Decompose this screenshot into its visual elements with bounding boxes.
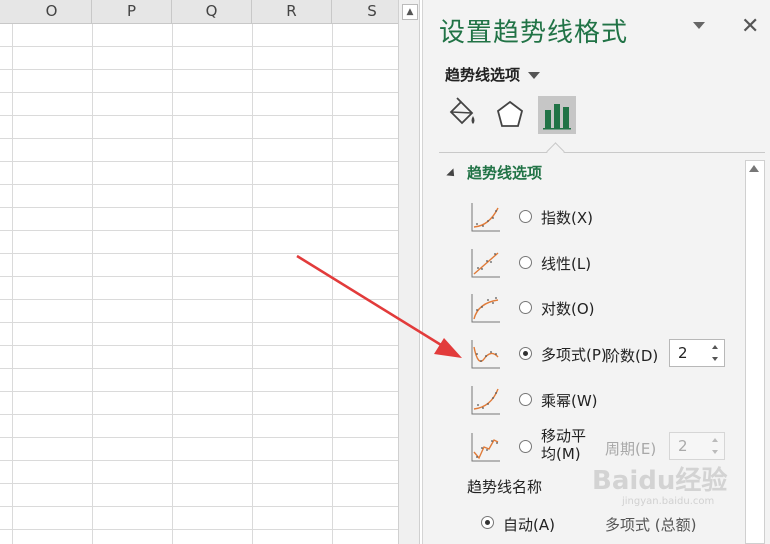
spreadsheet[interactable]: O P Q R S — [0, 0, 400, 544]
radio-linear[interactable] — [519, 256, 532, 269]
chevron-down-icon — [528, 72, 541, 79]
period-label: 周期(E) — [605, 440, 657, 458]
section-title: 趋势线选项 — [467, 164, 543, 182]
trendline-name-auto[interactable]: 自动(A) 多项式 (总额) — [481, 512, 741, 536]
sheet-vertical-scrollbar[interactable]: ▲ — [398, 0, 420, 544]
label-moving-average: 移动平均(M) — [541, 427, 587, 463]
radio-moving-average[interactable] — [519, 440, 532, 453]
trend-option-linear[interactable]: 线性(L) — [469, 246, 739, 282]
trend-option-exponential[interactable]: 指数(X) — [469, 200, 739, 236]
trendline-options-menu[interactable]: 趋势线选项 — [445, 64, 541, 85]
grid-row-line — [0, 184, 398, 185]
logarithmic-trend-icon — [471, 294, 500, 323]
grid-row-line — [0, 207, 398, 208]
baidu-watermark-url: jingyan.baidu.com — [622, 496, 715, 507]
label-linear: 线性(L) — [541, 255, 592, 273]
pane-vertical-scrollbar[interactable] — [745, 160, 765, 544]
grid-column-line — [332, 24, 333, 544]
tab-divider — [439, 152, 765, 153]
radio-polynomial[interactable] — [519, 347, 532, 360]
exponential-trend-icon — [471, 203, 500, 232]
order-label: 阶数(D) — [605, 347, 659, 365]
column-headers: O P Q R S — [0, 0, 400, 24]
radio-name-auto[interactable] — [481, 516, 494, 529]
auto-name-value: 多项式 (总额) — [605, 516, 697, 534]
grid-row-line — [0, 138, 398, 139]
pane-title: 设置趋势线格式 — [439, 18, 629, 48]
column-header-r[interactable]: R — [252, 0, 332, 23]
tab-trendline-options[interactable] — [538, 96, 576, 134]
grid-row-line — [0, 230, 398, 231]
spin-down-icon[interactable] — [712, 357, 718, 361]
grid-row-line — [0, 529, 398, 530]
period-value: 2 — [678, 437, 688, 455]
cell-grid[interactable] — [0, 24, 398, 544]
grid-row-line — [0, 46, 398, 47]
column-header-p[interactable]: P — [92, 0, 172, 23]
bar-chart-icon — [543, 104, 571, 130]
scroll-up-arrow-icon[interactable] — [749, 165, 759, 172]
spin-down-icon[interactable] — [712, 450, 718, 454]
grid-row-line — [0, 115, 398, 116]
grid-row-line — [0, 345, 398, 346]
radio-power[interactable] — [519, 393, 532, 406]
grid-row-line — [0, 161, 398, 162]
radio-exponential[interactable] — [519, 210, 532, 223]
tab-fill-line[interactable] — [443, 96, 481, 134]
label-polynomial: 多项式(P) — [541, 346, 607, 364]
collapse-caret-icon — [446, 167, 458, 180]
order-value: 2 — [678, 344, 688, 362]
column-header-o[interactable]: O — [12, 0, 92, 23]
label-logarithmic: 对数(O) — [541, 300, 595, 318]
column-header-s[interactable]: S — [332, 0, 400, 23]
label-exponential: 指数(X) — [541, 209, 593, 227]
grid-row-line — [0, 276, 398, 277]
order-spinner[interactable]: 2 — [669, 339, 725, 367]
auto-label: 自动(A) — [503, 516, 555, 534]
grid-row-line — [0, 368, 398, 369]
trend-option-logarithmic[interactable]: 对数(O) — [469, 291, 739, 327]
spin-up-icon[interactable] — [712, 438, 718, 442]
grid-column-line — [172, 24, 173, 544]
moving-average-trend-icon — [471, 433, 500, 462]
grid-row-line — [0, 414, 398, 415]
tab-selection-notch — [546, 142, 565, 161]
period-spinner[interactable]: 2 — [669, 432, 725, 460]
section-trendline-options[interactable]: 趋势线选项 — [446, 162, 543, 183]
trend-option-power[interactable]: 乘幂(W) — [469, 383, 739, 419]
pane-options-dropdown-icon[interactable] — [693, 22, 705, 29]
trendline-options-menu-label: 趋势线选项 — [445, 66, 521, 84]
polynomial-trend-icon — [471, 340, 500, 369]
spin-up-icon[interactable] — [712, 345, 718, 349]
trend-option-polynomial[interactable]: 多项式(P) 阶数(D) 2 — [469, 337, 739, 373]
grid-row-line — [0, 253, 398, 254]
grid-row-line — [0, 92, 398, 93]
grid-row-line — [0, 483, 398, 484]
power-trend-icon — [471, 386, 500, 415]
radio-logarithmic[interactable] — [519, 301, 532, 314]
grid-row-line — [0, 69, 398, 70]
grid-row-line — [0, 460, 398, 461]
trendline-name-label: 趋势线名称 — [467, 478, 543, 496]
close-icon[interactable]: ✕ — [741, 14, 759, 40]
grid-row-line — [0, 391, 398, 392]
grid-column-line — [92, 24, 93, 544]
pentagon-effects-icon — [496, 100, 524, 127]
label-power: 乘幂(W) — [541, 392, 598, 410]
grid-row-line — [0, 437, 398, 438]
linear-trend-icon — [471, 249, 500, 278]
scroll-up-arrow-icon[interactable]: ▲ — [402, 4, 418, 20]
grid-row-line — [0, 506, 398, 507]
grid-row-line — [0, 322, 398, 323]
tab-effects[interactable] — [491, 96, 529, 134]
column-header-q[interactable]: Q — [172, 0, 252, 23]
grid-column-line — [12, 24, 13, 544]
baidu-watermark: Baidu经验 — [592, 466, 728, 496]
fill-bucket-icon — [449, 97, 475, 125]
grid-column-line — [252, 24, 253, 544]
grid-row-line — [0, 299, 398, 300]
